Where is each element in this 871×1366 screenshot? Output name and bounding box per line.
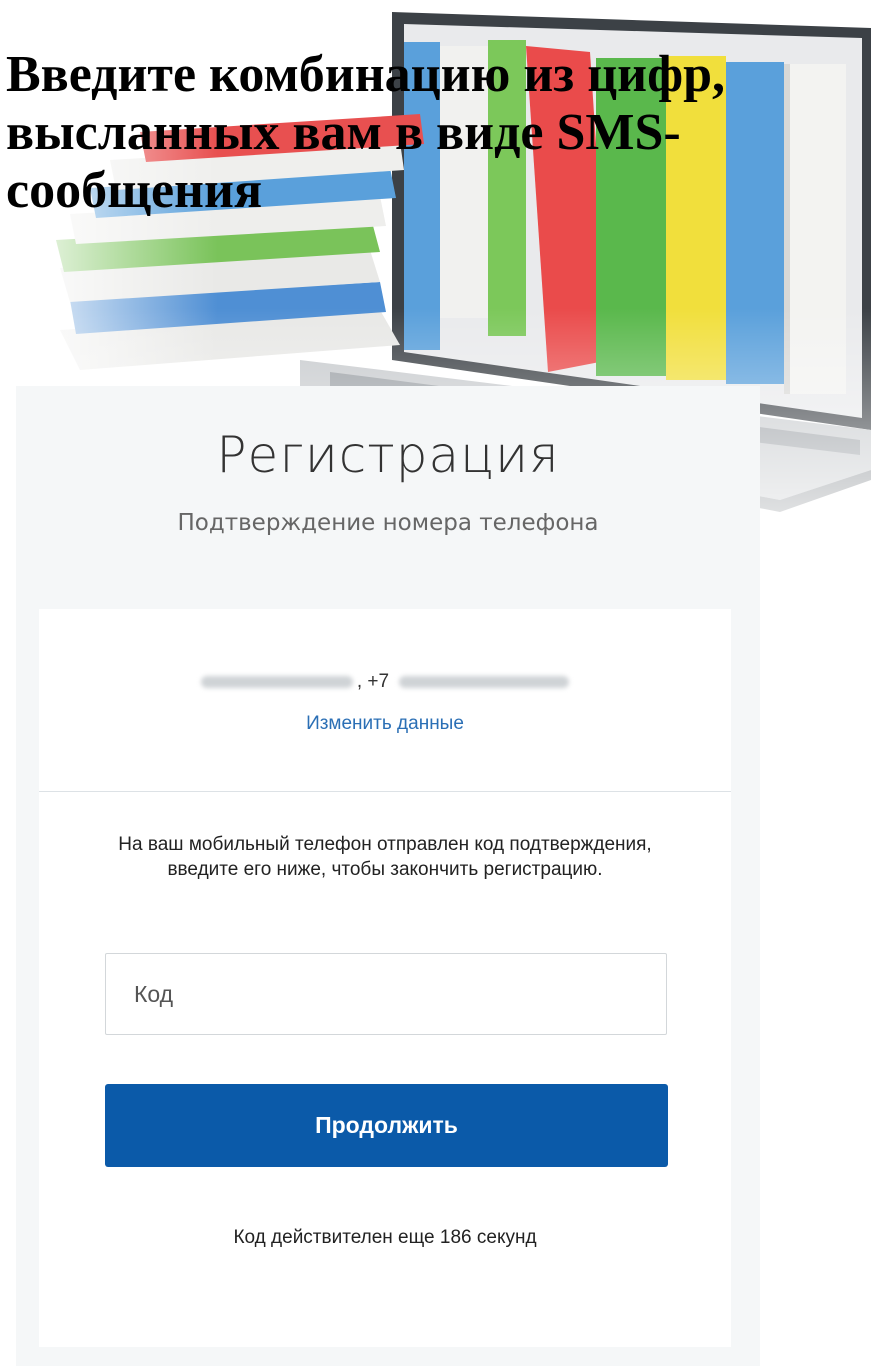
continue-button[interactable]: Продолжить: [105, 1084, 668, 1167]
code-input[interactable]: [105, 953, 667, 1035]
code-timer: Код действителен еще 186 секунд: [233, 1227, 537, 1248]
edit-data-link[interactable]: Изменить данные: [39, 711, 731, 737]
page-subtitle: Подтверждение номера телефона: [177, 510, 599, 536]
user-info: , +7: [39, 669, 731, 695]
instruction-text: На ваш мобильный телефон отправлен код п…: [118, 834, 652, 880]
blurred-phone-number: [399, 675, 570, 688]
registration-panel: Регистрация Подтверждение номера телефон…: [16, 386, 760, 1366]
divider: [39, 791, 731, 792]
blurred-user-name: [200, 675, 353, 688]
confirmation-card: , +7 Изменить данные На ваш мобильный те…: [39, 609, 731, 1347]
page-headline: Введите комбинацию из цифр, высланных ва…: [6, 46, 726, 219]
phone-prefix: , +7: [356, 671, 390, 692]
page-title: Регистрация: [216, 426, 560, 484]
